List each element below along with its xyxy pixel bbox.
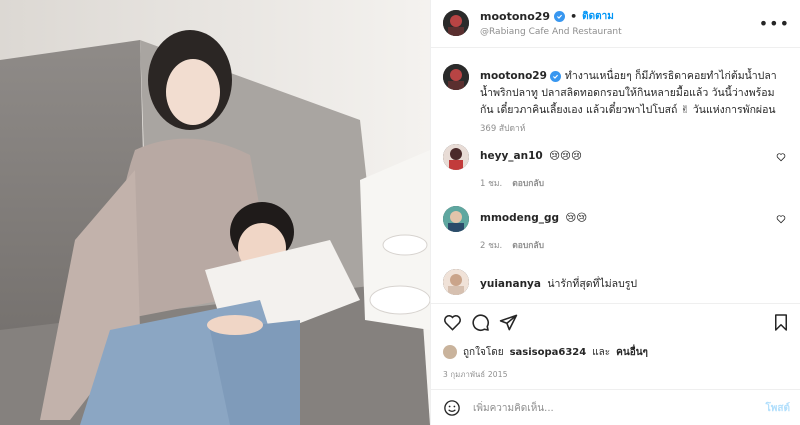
heart-icon[interactable] <box>776 152 786 165</box>
comment-input[interactable] <box>473 397 743 419</box>
heart-icon[interactable] <box>443 313 462 335</box>
verified-badge-icon <box>549 71 561 82</box>
verified-badge-icon <box>554 11 566 22</box>
more-options-icon[interactable]: ••• <box>759 14 790 33</box>
liker-avatar[interactable] <box>443 345 457 359</box>
author-username[interactable]: mootono29 <box>480 10 550 23</box>
commenter-avatar[interactable] <box>443 144 469 170</box>
author-line: mootono29 • ติดตาม <box>480 9 614 24</box>
commenter-avatar[interactable] <box>443 206 469 232</box>
comment-username[interactable]: yuiananya <box>480 278 541 290</box>
likes-line: ถูกใจโดย sasisopa6324 และ คนอื่นๆ <box>443 342 790 362</box>
share-icon[interactable] <box>499 313 518 335</box>
reply-button[interactable]: ตอบกลับ <box>512 176 544 190</box>
caption-avatar[interactable] <box>443 64 469 90</box>
liker-username[interactable]: sasisopa6324 <box>510 347 587 358</box>
comment-text-line: mmodeng_gg 😢😢 <box>480 212 587 224</box>
post-photo[interactable] <box>0 0 430 425</box>
likes-others-link[interactable]: คนอื่นๆ <box>616 345 648 360</box>
comment-icon[interactable] <box>471 313 490 335</box>
comment-username[interactable]: heyy_an10 <box>480 150 543 162</box>
comment-meta: 2 ชม. ตอบกลับ <box>480 238 544 252</box>
comment-text-line: heyy_an10 😢😢😢 <box>480 150 582 162</box>
post-comment-button[interactable]: โพสต์ <box>765 401 790 416</box>
post-header: mootono29 • ติดตาม @Rabiang Cafe And Res… <box>431 0 800 48</box>
location-link[interactable]: @Rabiang Cafe And Restaurant <box>480 27 622 37</box>
likes-prefix: ถูกใจโดย <box>463 346 504 358</box>
comment-meta: 1 ชม. ตอบกลับ <box>480 176 544 190</box>
add-comment-bar: โพสต์ <box>431 389 800 425</box>
commenter-avatar[interactable] <box>443 269 469 295</box>
caption-time[interactable]: 369 สัปดาห์ <box>480 121 525 135</box>
comment-text: น่ารักที่สุดที่ไม่ลบรูป <box>547 278 638 290</box>
comment-text: 😢😢 <box>565 212 588 224</box>
follow-button[interactable]: ติดตาม <box>582 9 614 24</box>
comment-time[interactable]: 2 ชม. <box>480 238 502 252</box>
comment-text: 😢😢😢 <box>549 150 582 162</box>
reply-button[interactable]: ตอบกลับ <box>512 238 544 252</box>
author-avatar[interactable] <box>443 10 469 36</box>
caption-text-block: mootono29 ทำงานเหนื่อยๆ ก็มีภัทรธิดาคอยทำ… <box>480 68 784 119</box>
heart-icon[interactable] <box>776 214 786 227</box>
post-panel: mootono29 • ติดตาม @Rabiang Cafe And Res… <box>430 0 800 425</box>
comment-username[interactable]: mmodeng_gg <box>480 212 559 224</box>
comment-text-line: yuiananya น่ารักที่สุดที่ไม่ลบรูป <box>480 275 637 292</box>
post-photo-image <box>0 0 430 425</box>
comment-time[interactable]: 1 ชม. <box>480 176 502 190</box>
bookmark-icon[interactable] <box>772 313 790 335</box>
action-bar <box>431 303 800 341</box>
post-date[interactable]: 3 กุมภาพันธ์ 2015 <box>443 369 508 381</box>
likes-conj: และ <box>592 346 611 358</box>
separator-dot: • <box>570 10 578 23</box>
caption-username[interactable]: mootono29 <box>480 70 547 82</box>
comments-list[interactable]: mootono29 ทำงานเหนื่อยๆ ก็มีภัทรธิดาคอยทำ… <box>431 48 800 303</box>
emoji-icon[interactable] <box>443 399 461 420</box>
